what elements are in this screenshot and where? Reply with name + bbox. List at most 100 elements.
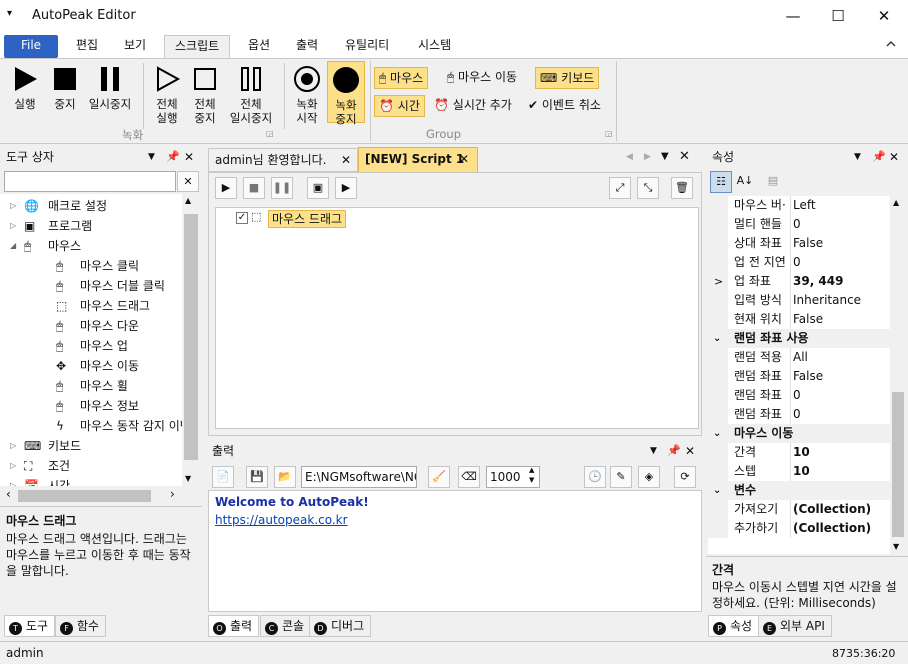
pin-icon[interactable]: 📌 bbox=[872, 146, 886, 168]
property-row[interactable]: 랜덤 좌표 False bbox=[708, 367, 890, 386]
tab-output[interactable]: 출력 bbox=[286, 35, 328, 58]
property-value[interactable]: (Collection) bbox=[793, 500, 871, 519]
dropdown-icon[interactable]: ▼ bbox=[148, 146, 155, 168]
realtime-add-button[interactable]: ⏰ 실시간 추가 bbox=[430, 95, 516, 117]
new-log-button[interactable]: 📄 bbox=[212, 466, 234, 488]
record-start-button[interactable]: 녹화 시작 bbox=[288, 65, 326, 125]
scroll-thumb[interactable] bbox=[184, 214, 198, 460]
property-row[interactable]: 멀티 핸들 0 bbox=[708, 215, 890, 234]
pin-icon[interactable]: 📌 bbox=[667, 440, 681, 462]
expand-icon[interactable]: ▷ bbox=[10, 216, 16, 236]
stop-button[interactable]: 중지 bbox=[46, 65, 84, 111]
pause-script-button[interactable]: ❚❚ bbox=[271, 177, 293, 199]
property-row[interactable]: 마우스 버· Left bbox=[708, 196, 890, 215]
property-value[interactable]: 39, 449 bbox=[793, 272, 843, 291]
tab-tools[interactable]: T 도구 bbox=[4, 615, 56, 637]
expand-icon[interactable]: ▷ bbox=[10, 436, 16, 456]
tab-script-1[interactable]: [NEW] Script 1 ✕ bbox=[358, 147, 478, 172]
tree-scrollbar-vertical[interactable]: ▲ ▼ bbox=[182, 194, 200, 486]
property-value[interactable]: 10 bbox=[793, 443, 810, 462]
fill-icon[interactable]: ◈ bbox=[638, 466, 660, 488]
expand-icon[interactable]: > bbox=[714, 272, 723, 291]
property-value[interactable]: 0 bbox=[793, 253, 801, 272]
clear-search-button[interactable]: ✕ bbox=[177, 171, 199, 192]
scroll-thumb[interactable] bbox=[18, 490, 151, 502]
close-icon[interactable]: ✕ bbox=[889, 146, 899, 168]
tab-script[interactable]: 스크립트 bbox=[164, 35, 231, 58]
app-menu-icon[interactable]: ▾ bbox=[7, 8, 12, 19]
step-run-button[interactable]: ▣ bbox=[307, 177, 329, 199]
clock-icon[interactable]: 🕒 bbox=[584, 466, 606, 488]
website-link[interactable]: https://autopeak.co.kr bbox=[215, 511, 695, 529]
expand-icon[interactable]: ◢ bbox=[10, 236, 16, 256]
toolbox-search-input[interactable] bbox=[4, 171, 176, 192]
minimize-button[interactable]: — bbox=[770, 0, 816, 32]
script-canvas[interactable]: ✓ ⬚ 마우스 드래그 bbox=[215, 207, 699, 429]
property-row[interactable]: 랜덤 적용 All bbox=[708, 348, 890, 367]
close-icon[interactable]: ✕ bbox=[341, 149, 351, 171]
property-value[interactable]: 10 bbox=[793, 462, 810, 481]
maximize-button[interactable]: ☐ bbox=[815, 0, 861, 32]
collapse-icon[interactable]: ⌄ bbox=[713, 424, 721, 443]
pen-icon[interactable]: ✎ bbox=[610, 466, 632, 488]
property-value[interactable]: Inheritance bbox=[793, 291, 861, 310]
run-all-button[interactable]: 전체 실행 bbox=[148, 65, 186, 125]
pause-button[interactable]: 일시중지 bbox=[84, 65, 136, 111]
max-lines-stepper[interactable]: 1000 ▲ ▼ bbox=[486, 466, 540, 488]
time-button[interactable]: ⏰ 시간 bbox=[374, 95, 425, 117]
tab-debug[interactable]: D 디버그 bbox=[309, 615, 372, 637]
collapse-icon[interactable]: ⤡ bbox=[637, 177, 659, 199]
expand-icon[interactable]: ⤢ bbox=[609, 177, 631, 199]
collapse-icon[interactable]: ⌄ bbox=[713, 481, 721, 500]
stop-all-button[interactable]: 전체 중지 bbox=[186, 65, 224, 125]
property-row[interactable]: 랜덤 좌표 0 bbox=[708, 405, 890, 424]
close-icon[interactable]: ✕ bbox=[679, 149, 690, 164]
node-checkbox[interactable]: ✓ bbox=[236, 212, 248, 224]
stop-script-button[interactable]: ■ bbox=[243, 177, 265, 199]
tab-welcome[interactable]: admin님 환영합니다. ✕ bbox=[208, 148, 358, 172]
property-value[interactable]: Left bbox=[793, 196, 816, 215]
tab-list-icon[interactable]: ▼ bbox=[661, 151, 669, 162]
property-value[interactable]: False bbox=[793, 310, 823, 329]
close-icon[interactable]: ✕ bbox=[685, 440, 695, 462]
property-value[interactable]: 0 bbox=[793, 215, 801, 234]
property-value[interactable]: False bbox=[793, 234, 823, 253]
tab-options[interactable]: 옵션 bbox=[238, 35, 280, 58]
pause-all-button[interactable]: 전체 일시중지 bbox=[224, 65, 278, 125]
property-value[interactable]: 0 bbox=[793, 405, 801, 424]
pin-icon[interactable]: 📌 bbox=[166, 146, 180, 168]
property-row[interactable]: 업 전 지연 0 bbox=[708, 253, 890, 272]
tab-console[interactable]: C 콘솔 bbox=[260, 615, 312, 637]
run-button[interactable]: 실행 bbox=[6, 65, 44, 111]
sort-az-icon[interactable]: A↓ bbox=[734, 171, 756, 193]
record-stop-button[interactable]: 녹화 중지 bbox=[327, 61, 365, 126]
property-row[interactable]: 추가하기 (Collection) bbox=[708, 519, 890, 538]
expand-icon[interactable]: ▷ bbox=[10, 456, 16, 476]
scroll-thumb[interactable] bbox=[892, 392, 904, 537]
property-value[interactable]: False bbox=[793, 367, 823, 386]
property-row[interactable]: 랜덤 좌표 0 bbox=[708, 386, 890, 405]
run-script-button[interactable]: ▶ bbox=[215, 177, 237, 199]
property-value[interactable]: All bbox=[793, 348, 808, 367]
tab-utility[interactable]: 유틸리티 bbox=[335, 35, 399, 58]
property-category[interactable]: ⌄ 랜덤 좌표 사용 bbox=[708, 329, 890, 348]
keyboard-button[interactable]: ⌨ 키보드 bbox=[535, 67, 600, 89]
tab-scroll-left-icon[interactable]: ◀ bbox=[626, 152, 633, 162]
property-row[interactable]: > 업 좌표 39, 449 bbox=[708, 272, 890, 291]
tab-output-log[interactable]: O 출력 bbox=[208, 615, 260, 637]
mouse-button[interactable]: 🖱 마우스 bbox=[374, 67, 429, 89]
property-row[interactable]: 현재 위치 False bbox=[708, 310, 890, 329]
tree-scrollbar-horizontal[interactable]: ‹ › bbox=[0, 486, 200, 504]
tab-system[interactable]: 시스템 bbox=[408, 35, 461, 58]
close-icon[interactable]: ✕ bbox=[184, 146, 194, 168]
expand-icon[interactable]: ▷ bbox=[10, 476, 16, 486]
tab-functions[interactable]: F 함수 bbox=[55, 615, 107, 637]
property-row[interactable]: 스텝 10 bbox=[708, 462, 890, 481]
expand-icon[interactable]: ▷ bbox=[10, 196, 16, 216]
folder-icon[interactable]: 📂 bbox=[274, 466, 296, 488]
refresh-icon[interactable]: ⟳ bbox=[674, 466, 696, 488]
categorized-icon[interactable]: ☷ bbox=[710, 171, 732, 193]
script-node[interactable]: 마우스 드래그 bbox=[268, 210, 347, 228]
collapse-icon[interactable]: ⌄ bbox=[713, 329, 721, 348]
property-category[interactable]: ⌄ 마우스 이동 bbox=[708, 424, 890, 443]
